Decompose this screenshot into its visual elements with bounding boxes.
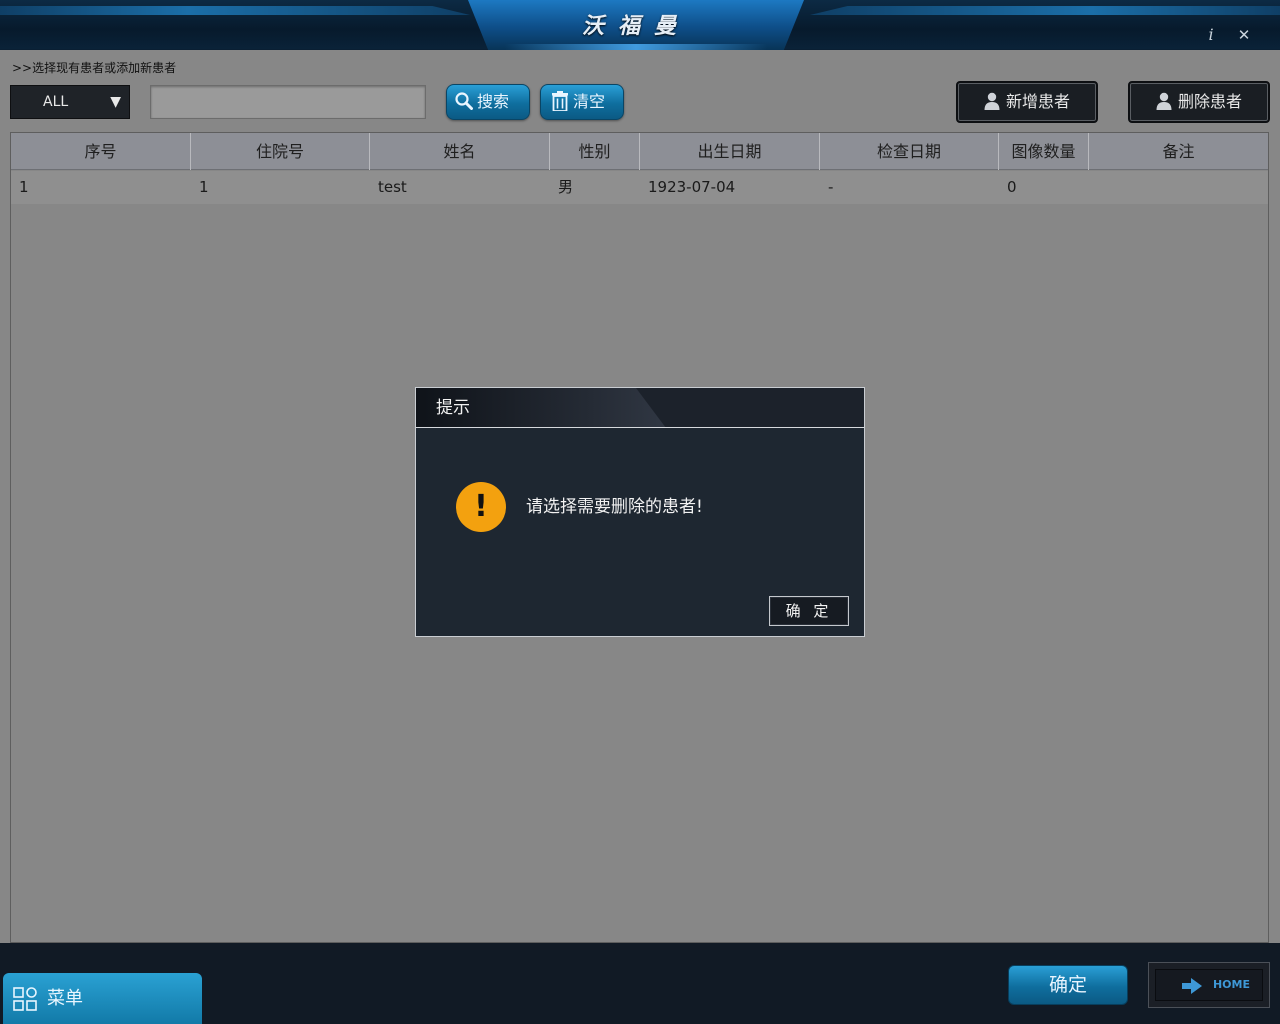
- title-bar: 沃福曼 i ✕: [0, 0, 1280, 50]
- cell-gender: 男: [558, 178, 574, 196]
- cell-admission-no: 1: [199, 178, 209, 196]
- menu-button-label: 菜单: [47, 988, 83, 1009]
- home-button[interactable]: HOME: [1148, 962, 1270, 1008]
- patient-filter-select[interactable]: ALL ▼: [10, 85, 130, 119]
- patient-filter-value: ALL: [43, 94, 69, 110]
- confirm-button[interactable]: 确定: [1008, 965, 1128, 1005]
- clear-button-label: 清空: [573, 92, 606, 111]
- column-header-birth-date[interactable]: 出生日期: [640, 133, 820, 170]
- title-bar-stripe-left: [0, 6, 470, 15]
- home-button-label: HOME: [1212, 978, 1250, 991]
- person-icon: [1156, 92, 1172, 110]
- add-patient-label: 新增患者: [1005, 92, 1070, 111]
- title-bar-stripe-right: [810, 6, 1280, 15]
- delete-patient-button[interactable]: 删除患者: [1128, 81, 1270, 123]
- cell-index: 1: [19, 178, 29, 196]
- dialog-header: 提示: [416, 388, 864, 428]
- cell-exam-date: -: [828, 178, 834, 196]
- clear-button[interactable]: 清空: [540, 84, 624, 120]
- home-button-face: HOME: [1155, 969, 1263, 1001]
- search-button[interactable]: 搜索: [446, 84, 530, 120]
- title-bar-glow: [505, 44, 767, 50]
- dialog-title: 提示: [436, 398, 470, 418]
- person-icon: [984, 92, 1000, 110]
- cell-image-count: 0: [1007, 178, 1017, 196]
- delete-patient-label: 删除患者: [1177, 92, 1242, 111]
- menu-grid-icon: [13, 987, 37, 1011]
- column-header-exam-date[interactable]: 检查日期: [820, 133, 999, 170]
- column-header-index[interactable]: 序号: [11, 133, 191, 170]
- arrow-right-icon: [1182, 978, 1202, 994]
- info-icon[interactable]: i: [1201, 25, 1221, 45]
- search-input[interactable]: [150, 85, 426, 119]
- close-icon[interactable]: ✕: [1234, 25, 1254, 45]
- exclamation-icon: !: [456, 482, 506, 532]
- dialog-message: 请选择需要删除的患者!: [526, 497, 703, 517]
- table-row[interactable]: 1 1 test 男 1923-07-04 - 0: [11, 171, 1268, 204]
- dialog-ok-button[interactable]: 确 定: [769, 596, 849, 626]
- table-header: 序号 住院号 姓名 性别 出生日期 检查日期 图像数量 备注: [11, 133, 1268, 170]
- search-icon: [455, 92, 473, 110]
- trash-icon: [552, 91, 568, 111]
- column-header-gender[interactable]: 性别: [550, 133, 640, 170]
- app-title: 沃福曼: [581, 14, 690, 39]
- add-patient-button[interactable]: 新增患者: [956, 81, 1098, 123]
- cell-name: test: [378, 178, 407, 196]
- column-header-image-count[interactable]: 图像数量: [999, 133, 1089, 170]
- dropdown-arrow-icon: ▼: [110, 94, 121, 110]
- search-button-label: 搜索: [477, 92, 510, 111]
- cell-birth-date: 1923-07-04: [648, 178, 736, 196]
- column-header-admission-no[interactable]: 住院号: [191, 133, 370, 170]
- menu-button[interactable]: 菜单: [3, 973, 202, 1024]
- alert-dialog: 提示 ! 请选择需要删除的患者! 确 定: [415, 387, 865, 637]
- cell-notes: [1089, 171, 1268, 204]
- breadcrumb: >>选择现有患者或添加新患者: [12, 61, 177, 75]
- column-header-notes[interactable]: 备注: [1089, 133, 1268, 170]
- column-header-name[interactable]: 姓名: [370, 133, 550, 170]
